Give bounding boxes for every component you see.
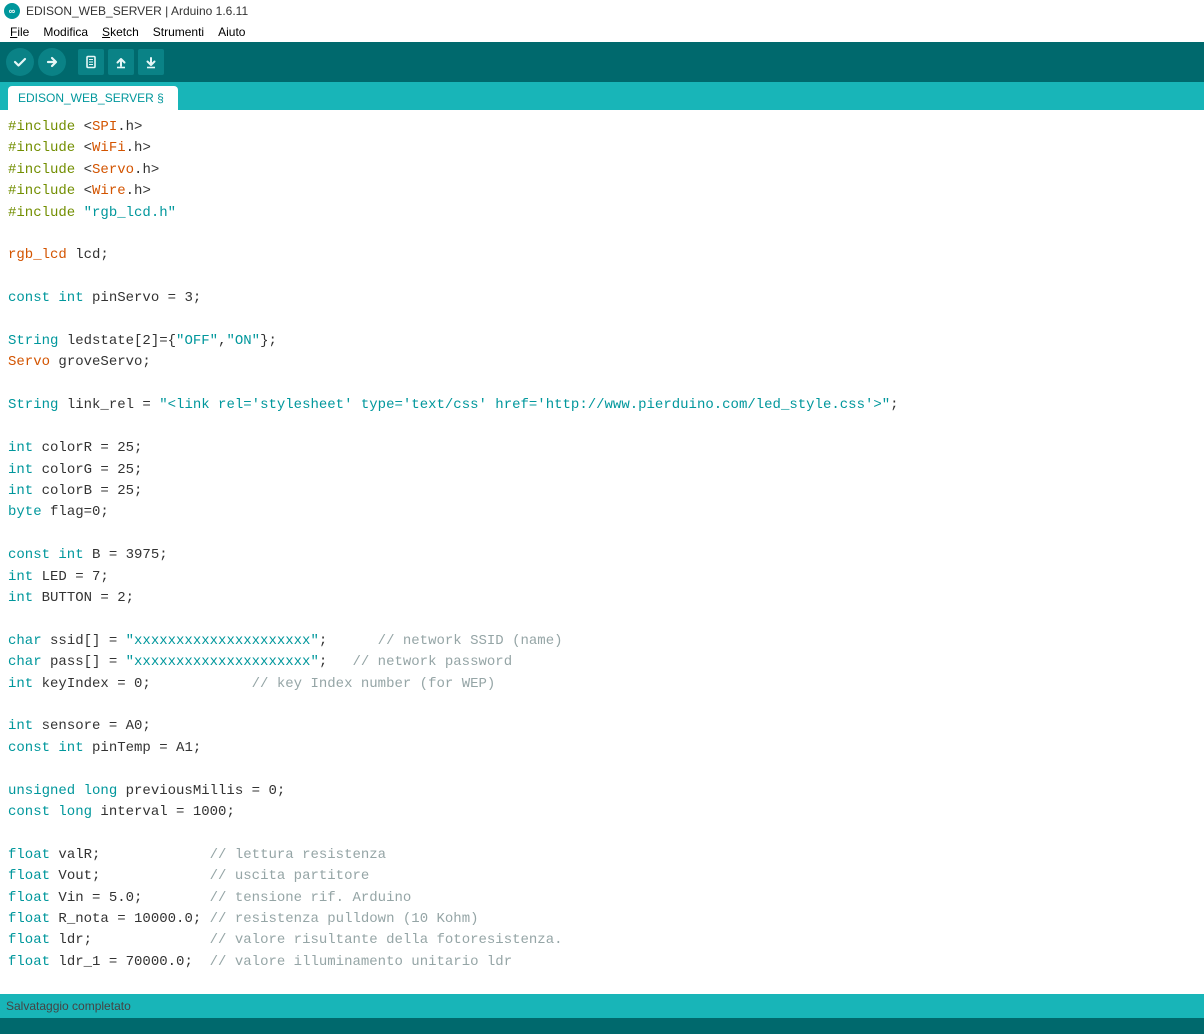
arduino-logo-icon: ∞ xyxy=(4,3,20,19)
arrow-down-icon xyxy=(144,55,158,69)
toolbar xyxy=(0,42,1204,82)
arrow-up-icon xyxy=(114,55,128,69)
tabbar: EDISON_WEB_SERVER § xyxy=(0,82,1204,110)
upload-button[interactable] xyxy=(38,48,66,76)
arrow-right-icon xyxy=(45,55,59,69)
menu-file[interactable]: File xyxy=(4,23,35,41)
tab-main-sketch[interactable]: EDISON_WEB_SERVER § xyxy=(8,86,178,110)
menu-edit[interactable]: Modifica xyxy=(37,23,94,41)
status-message: Salvataggio completato xyxy=(6,999,131,1013)
code-editor[interactable]: #include <SPI.h> #include <WiFi.h> #incl… xyxy=(0,110,1204,994)
bottombar xyxy=(0,1018,1204,1034)
menu-sketch[interactable]: Sketch xyxy=(96,23,145,41)
menubar: File Modifica Sketch Strumenti Aiuto xyxy=(0,22,1204,42)
file-icon xyxy=(84,55,98,69)
new-button[interactable] xyxy=(78,49,104,75)
save-button[interactable] xyxy=(138,49,164,75)
menu-tools[interactable]: Strumenti xyxy=(147,23,210,41)
code-token: #include xyxy=(8,119,84,135)
open-button[interactable] xyxy=(108,49,134,75)
window-titlebar: ∞ EDISON_WEB_SERVER | Arduino 1.6.11 xyxy=(0,0,1204,22)
check-icon xyxy=(13,55,27,69)
window-title: EDISON_WEB_SERVER | Arduino 1.6.11 xyxy=(26,4,248,18)
verify-button[interactable] xyxy=(6,48,34,76)
statusbar: Salvataggio completato xyxy=(0,994,1204,1018)
menu-help[interactable]: Aiuto xyxy=(212,23,251,41)
